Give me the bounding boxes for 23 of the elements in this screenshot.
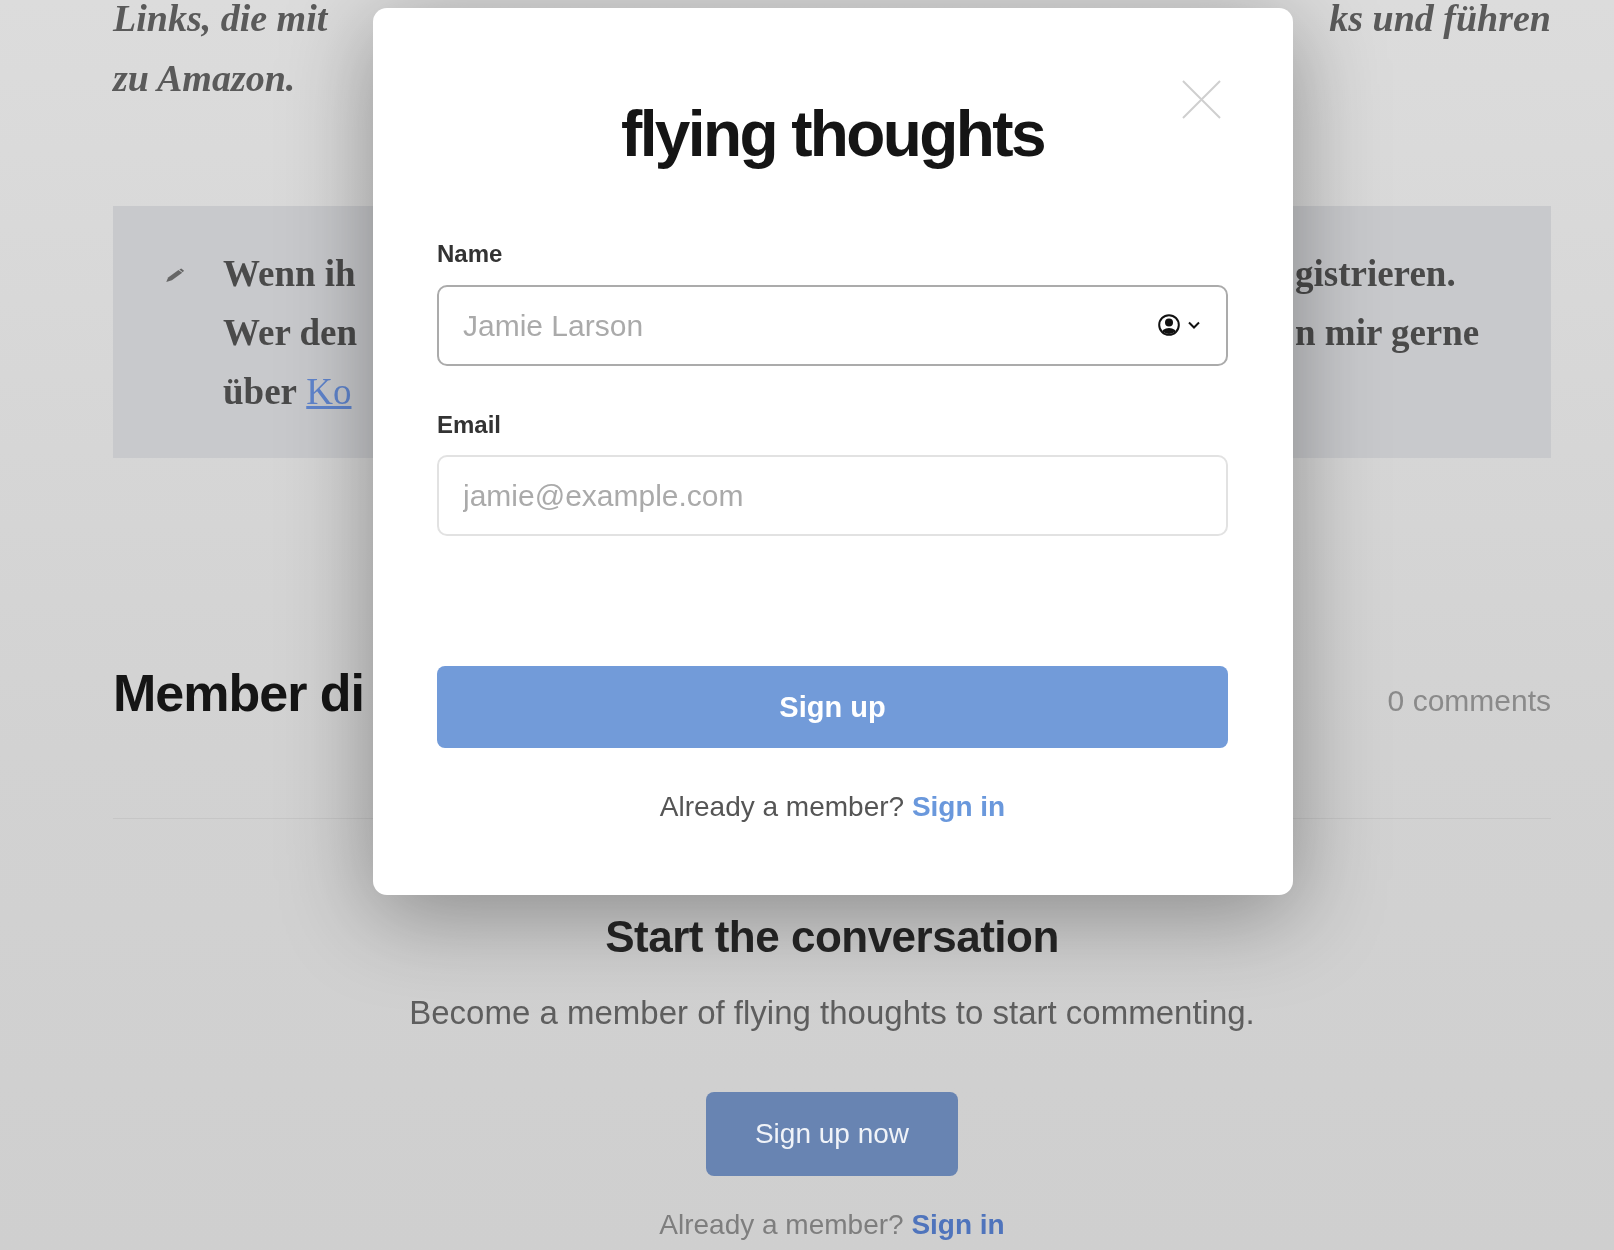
- sign-up-now-button[interactable]: Sign up now: [706, 1092, 958, 1176]
- callout-text-fragment: Wer den: [223, 311, 358, 354]
- sign-up-button[interactable]: Sign up: [437, 666, 1228, 748]
- cta-heading: Start the conversation: [605, 911, 1059, 963]
- callout-text-fragment: gistrieren.: [1294, 252, 1457, 295]
- site-title: flying thoughts: [620, 99, 1045, 169]
- field-label: Email: [437, 410, 503, 440]
- paragraph-fragment: Links, die mit: [113, 0, 330, 36]
- callout-text-fragment: n mir gerne: [1294, 311, 1481, 354]
- member-prompt: Already a member? Sign in: [659, 790, 1006, 824]
- comment-count: 0 comments: [1387, 684, 1551, 718]
- sign-in-link[interactable]: Sign in: [911, 1209, 1005, 1240]
- cta-text: Become a member of flying thoughts to start commenting.: [409, 993, 1255, 1033]
- member-prompt: Already a member? Sign in: [659, 1208, 1005, 1242]
- sign-in-link[interactable]: Sign in: [911, 791, 1006, 822]
- paragraph-fragment: zu Amazon.: [113, 60, 297, 96]
- callout-text-fragment: Wenn ih: [223, 252, 357, 295]
- text-link[interactable]: Ko: [306, 371, 352, 412]
- callout-text-fragment: über Ko: [223, 370, 353, 413]
- person-chevron-icon[interactable]: [1158, 314, 1202, 336]
- discussion-heading: Member di: [113, 663, 366, 723]
- field-label: Name: [437, 239, 504, 269]
- input-field[interactable]: Jamie Larson: [437, 285, 1228, 366]
